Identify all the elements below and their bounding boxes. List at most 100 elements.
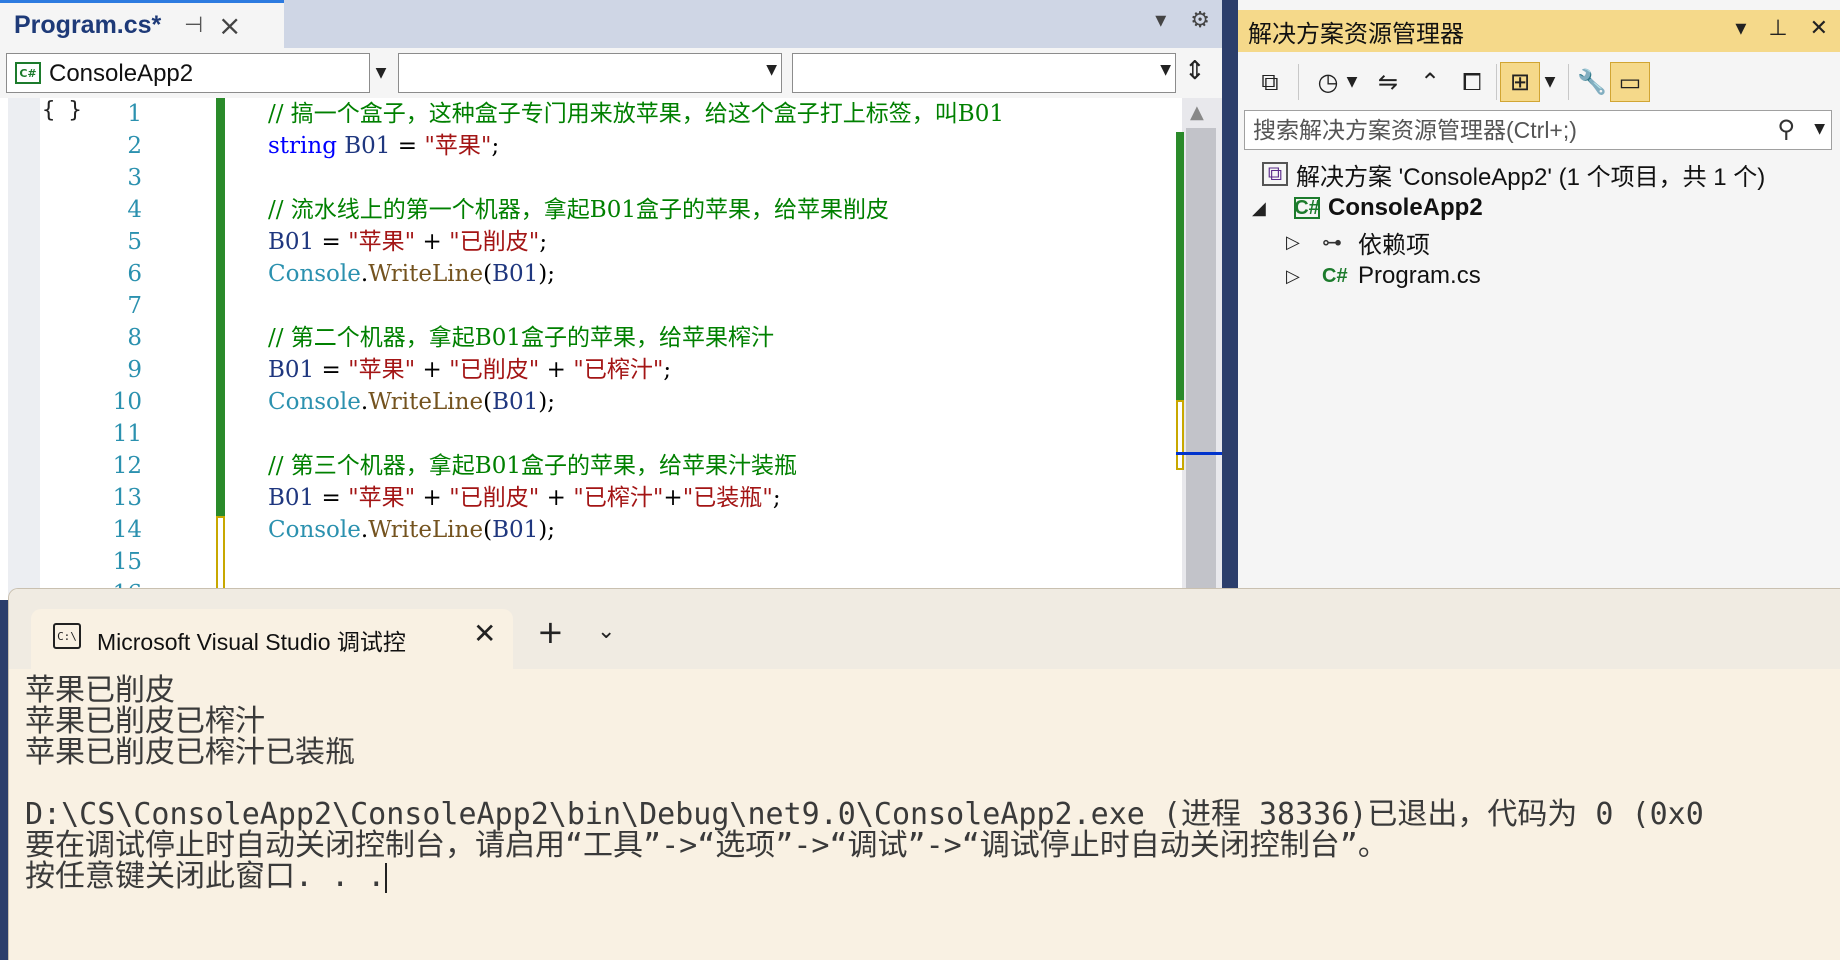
close-icon[interactable]: ✕ bbox=[473, 617, 496, 650]
code-token: + bbox=[539, 357, 574, 383]
code-token: = bbox=[314, 357, 349, 383]
csharp-project-icon: C# bbox=[15, 62, 41, 84]
code-line[interactable]: 11 bbox=[0, 418, 1180, 450]
code-token: // 第三个机器，拿起B01盒子的苹果，给苹果汁装瓶 bbox=[268, 453, 797, 479]
tree-node-program-cs[interactable]: ▷ C# Program.cs bbox=[1238, 258, 1840, 294]
code-line[interactable]: 6 Console.WriteLine(B01); bbox=[0, 258, 1180, 290]
code-token: "苹果" bbox=[348, 229, 416, 255]
code-token: B01 bbox=[268, 229, 315, 255]
new-tab-plus-icon[interactable]: + bbox=[537, 613, 564, 651]
code-token: ); bbox=[538, 261, 555, 287]
collapsed-triangle-icon[interactable]: ▷ bbox=[1286, 232, 1300, 253]
pin-icon[interactable]: ⊥ bbox=[1768, 16, 1787, 41]
code-text: Console.WriteLine(B01); bbox=[268, 514, 555, 546]
code-line[interactable]: 9 B01 = "苹果" + "已削皮" + "已榨汁"; bbox=[0, 354, 1180, 386]
gear-icon[interactable]: ⚙ bbox=[1190, 8, 1210, 33]
terminal-line: 苹果已削皮 bbox=[25, 675, 1840, 706]
terminal-line-text: 苹果已削皮已榨汁已装瓶 bbox=[25, 735, 355, 770]
code-text: // 搞一个盒子，这种盒子专门用来放苹果，给这个盒子打上标签，叫B01 bbox=[268, 98, 1004, 130]
code-line[interactable]: 3 bbox=[0, 162, 1180, 194]
navigation-bar: C# ConsoleApp2 ▼ ▼ ▼ bbox=[0, 48, 1222, 98]
solution-search-box[interactable]: ⚲ ▼ bbox=[1244, 110, 1832, 150]
project-combo-value: ConsoleApp2 bbox=[49, 60, 194, 87]
pin-icon[interactable]: ⊣ bbox=[184, 13, 203, 38]
tab-program-cs[interactable]: Program.cs* ⊣ × bbox=[0, 0, 284, 48]
code-token: Console bbox=[268, 261, 361, 287]
tree-node-project[interactable]: ◢ C# ConsoleApp2 bbox=[1238, 190, 1840, 226]
sync-active-document-icon[interactable]: ⇋ bbox=[1368, 62, 1408, 102]
expanded-triangle-icon[interactable]: ◢ bbox=[1252, 198, 1266, 219]
code-token: ; bbox=[539, 229, 548, 255]
csharp-project-icon: C# bbox=[1294, 196, 1320, 219]
terminal-line: D:\CS\ConsoleApp2\ConsoleApp2\bin\Debug\… bbox=[25, 799, 1840, 830]
code-editor: Program.cs* ⊣ × ▾ ⚙ C# ConsoleApp2 ▼ ▼ ▼… bbox=[0, 0, 1222, 607]
scrollbar-saved-marker bbox=[1176, 132, 1184, 400]
close-icon[interactable]: × bbox=[218, 9, 241, 42]
scrollbar-thumb[interactable] bbox=[1186, 128, 1216, 598]
scroll-up-icon[interactable]: ▲ bbox=[1190, 102, 1204, 123]
code-token: // 搞一个盒子，这种盒子专门用来放苹果，给这个盒子打上标签，叫B01 bbox=[268, 101, 1004, 127]
show-all-files-icon[interactable]: ⧠ bbox=[1452, 62, 1492, 102]
code-token: Console bbox=[268, 389, 361, 415]
tree-node-dependencies[interactable]: ▷ ⊶ 依赖项 bbox=[1238, 224, 1840, 260]
terminal-line: 苹果已削皮已榨汁 bbox=[25, 706, 1840, 737]
search-icon[interactable]: ⚲ bbox=[1777, 115, 1795, 143]
code-line[interactable]: 15 bbox=[0, 546, 1180, 578]
chevron-down-icon[interactable]: ⌄ bbox=[597, 619, 615, 644]
code-token: = bbox=[314, 485, 349, 511]
code-line[interactable]: 13 B01 = "苹果" + "已削皮" + "已榨汁"+"已装瓶"; bbox=[0, 482, 1180, 514]
code-token: B01 bbox=[268, 357, 315, 383]
code-token: ); bbox=[538, 389, 555, 415]
chevron-down-icon[interactable]: ▼ bbox=[370, 53, 392, 93]
terminal-output[interactable]: 苹果已削皮 苹果已削皮已榨汁 苹果已削皮已榨汁已装瓶 D:\CS\ConsoleApp… bbox=[9, 669, 1840, 960]
chevron-down-icon[interactable]: ▼ bbox=[1814, 121, 1825, 137]
code-line[interactable]: 5 B01 = "苹果" + "已削皮"; bbox=[0, 226, 1180, 258]
collapsed-triangle-icon[interactable]: ▷ bbox=[1286, 266, 1300, 287]
code-token: "已榨汁" bbox=[573, 357, 664, 383]
chevron-down-icon[interactable]: ▼ bbox=[1538, 62, 1562, 102]
dependencies-icon: ⊶ bbox=[1322, 231, 1342, 254]
type-combo[interactable]: ▼ bbox=[398, 53, 782, 93]
chevron-down-icon[interactable]: ▾ bbox=[1735, 16, 1746, 41]
code-line[interactable]: 12 // 第三个机器，拿起B01盒子的苹果，给苹果汁装瓶 bbox=[0, 450, 1180, 482]
code-line[interactable]: 8 // 第二个机器，拿起B01盒子的苹果，给苹果榨汁 bbox=[0, 322, 1180, 354]
code-line[interactable]: 2 string B01 = "苹果"; bbox=[0, 130, 1180, 162]
search-input[interactable] bbox=[1245, 111, 1765, 149]
code-line[interactable]: 7 bbox=[0, 290, 1180, 322]
code-token: B01 bbox=[344, 133, 391, 159]
collapse-all-icon[interactable]: ⌃ bbox=[1410, 62, 1450, 102]
terminal-line: 要在调试停止时自动关闭控制台，请启用“工具”->“选项”->“调试”->“调试停… bbox=[25, 830, 1840, 861]
chevron-down-icon[interactable]: ▼ bbox=[1340, 62, 1364, 102]
code-token: "已削皮" bbox=[449, 485, 540, 511]
member-combo[interactable]: ▼ bbox=[792, 53, 1176, 93]
code-token: B01 bbox=[492, 517, 539, 543]
code-token: WriteLine bbox=[368, 389, 484, 415]
code-token: + bbox=[663, 485, 683, 511]
code-token: "苹果" bbox=[348, 485, 416, 511]
close-icon[interactable]: ✕ bbox=[1810, 16, 1828, 41]
tab-list-dropdown-icon[interactable]: ▾ bbox=[1155, 8, 1166, 33]
code-text: string B01 = "苹果"; bbox=[268, 130, 499, 162]
preview-mode-icon[interactable]: ▭ bbox=[1610, 62, 1650, 102]
solution-explorer-toolbar: ⧉ ◷ ▼ ⇋ ⌃ ⧠ ⊞ ▼ 🔧 ▭ bbox=[1238, 52, 1840, 110]
terminal-tab[interactable]: C:\ Microsoft Visual Studio 调试控 ✕ bbox=[31, 609, 513, 669]
terminal-tab-bar: C:\ Microsoft Visual Studio 调试控 ✕ + ⌄ bbox=[9, 589, 1840, 669]
code-token: B01 bbox=[268, 485, 315, 511]
code-line[interactable]: 4 // 流水线上的第一个机器，拿起B01盒子的苹果，给苹果削皮 bbox=[0, 194, 1180, 226]
properties-wrench-icon[interactable]: 🔧 bbox=[1572, 62, 1612, 102]
code-token: B01 bbox=[492, 261, 539, 287]
project-combo[interactable]: C# ConsoleApp2 bbox=[6, 53, 370, 93]
code-area[interactable]: { } 1// 搞一个盒子，这种盒子专门用来放苹果，给这个盒子打上标签，叫B01… bbox=[0, 98, 1222, 607]
chevron-down-icon: ▼ bbox=[766, 62, 777, 78]
code-text: // 流水线上的第一个机器，拿起B01盒子的苹果，给苹果削皮 bbox=[268, 194, 889, 226]
switch-views-icon[interactable]: ⧉ bbox=[1250, 62, 1290, 102]
code-token: "苹果" bbox=[424, 133, 492, 159]
code-text: B01 = "苹果" + "已削皮" + "已榨汁"+"已装瓶"; bbox=[268, 482, 781, 514]
tree-node-solution[interactable]: ⧉ 解决方案 'ConsoleApp2' (1 个项目，共 1 个) bbox=[1238, 156, 1840, 192]
preview-selected-items-icon[interactable]: ⊞ bbox=[1500, 62, 1540, 102]
split-editor-icon[interactable]: ⇕ bbox=[1184, 56, 1206, 86]
code-line[interactable]: 14 Console.WriteLine(B01); bbox=[0, 514, 1180, 546]
code-line[interactable]: 10 Console.WriteLine(B01); bbox=[0, 386, 1180, 418]
code-token: ( bbox=[483, 517, 493, 543]
code-line[interactable]: 1 // 搞一个盒子，这种盒子专门用来放苹果，给这个盒子打上标签，叫B01 bbox=[0, 98, 1180, 130]
